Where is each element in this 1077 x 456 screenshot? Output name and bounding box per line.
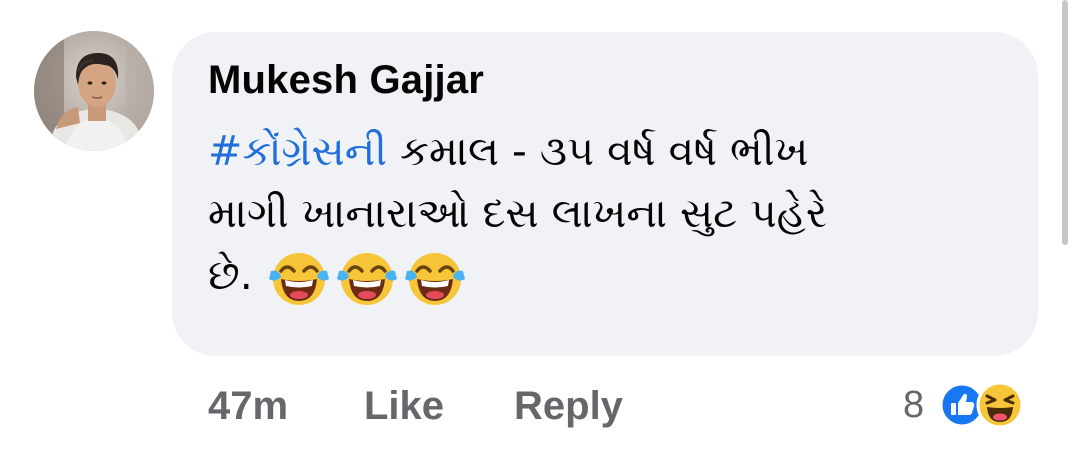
scrollbar[interactable] (1062, 0, 1068, 245)
comment-line-1: #કોંગ્રેસની કમાલ - ૩૫ વર્ષ વર્ષ ભીખ (208, 120, 988, 182)
avatar[interactable] (34, 31, 154, 151)
face-with-tears-of-joy-icon (336, 253, 397, 305)
reply-button[interactable]: Reply (514, 384, 623, 429)
reaction-count: 8 (903, 384, 925, 426)
comment-line-2: માગી ખાનારાઓ દસ લાખના સુટ પહેરે (208, 189, 828, 237)
comment-item: Mukesh Gajjar #કોંગ્રેસની કમાલ - ૩૫ વર્ષ… (0, 0, 1077, 456)
comment-line-3-text: છે. (208, 251, 253, 299)
face-with-tears-of-joy-icon (404, 253, 465, 305)
avatar-photo (34, 31, 154, 151)
emoji-row (267, 245, 471, 311)
haha-icon (976, 381, 1024, 429)
comment-line-1-text: કમાલ - ૩૫ વર્ષ વર્ષ ભીખ (386, 127, 809, 175)
like-button[interactable]: Like (364, 384, 444, 429)
comment-timestamp[interactable]: 47m (208, 384, 288, 429)
face-with-tears-of-joy-icon (268, 253, 329, 305)
comment-text: #કોંગ્રેસની કમાલ - ૩૫ વર્ષ વર્ષ ભીખ માગી… (208, 120, 988, 311)
comment-author[interactable]: Mukesh Gajjar (208, 58, 484, 103)
comment-line-3: છે. (208, 244, 988, 311)
hashtag-link[interactable]: #કોંગ્રેસની (208, 127, 387, 175)
